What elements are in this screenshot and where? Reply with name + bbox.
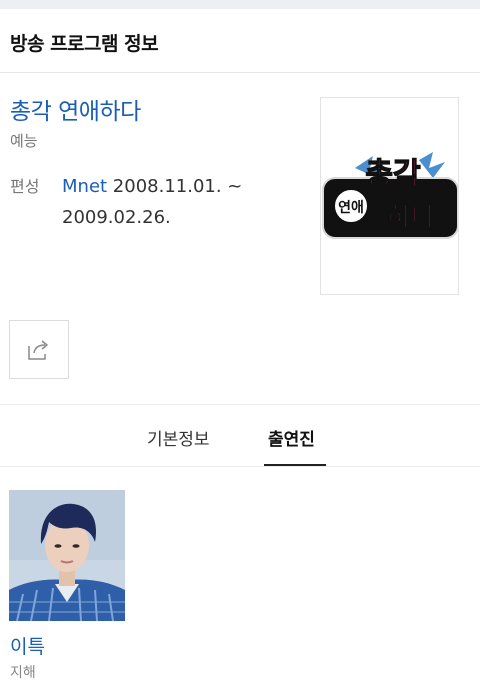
schedule-value: Mnet 2008.11.01. ~ 2009.02.26.	[62, 171, 292, 233]
active-tab-indicator	[264, 464, 326, 466]
tab-cast[interactable]: 출연진	[268, 425, 315, 450]
top-strip	[0, 0, 480, 9]
channel-link[interactable]: Mnet	[62, 176, 107, 197]
program-poster[interactable]: 연애 총각 하다	[320, 97, 459, 295]
tab-bar: 기본정보 출연진	[0, 404, 480, 467]
cast-name-link[interactable]: 이특	[10, 632, 45, 659]
poster-text-top: 총각	[365, 157, 421, 192]
program-title-link[interactable]: 총각 연애하다	[10, 92, 141, 126]
program-genre: 예능	[10, 132, 38, 150]
poster-circle-text: 연애	[338, 200, 364, 216]
share-button[interactable]	[9, 320, 69, 379]
share-icon	[28, 339, 48, 360]
page-title: 방송 프로그램 정보	[10, 33, 159, 55]
poster-text-bottom: 하다	[387, 203, 435, 233]
poster-wing-right	[419, 152, 445, 178]
page-header: 방송 프로그램 정보	[0, 9, 480, 73]
cast-portrait-image	[9, 490, 125, 621]
cast-role: 지해	[10, 665, 36, 681]
tab-basic-info[interactable]: 기본정보	[147, 425, 210, 450]
cast-photo[interactable]	[9, 490, 125, 621]
schedule-label: 편성	[10, 177, 40, 196]
poster-logo-image: 연애 총각 하다	[322, 152, 458, 239]
